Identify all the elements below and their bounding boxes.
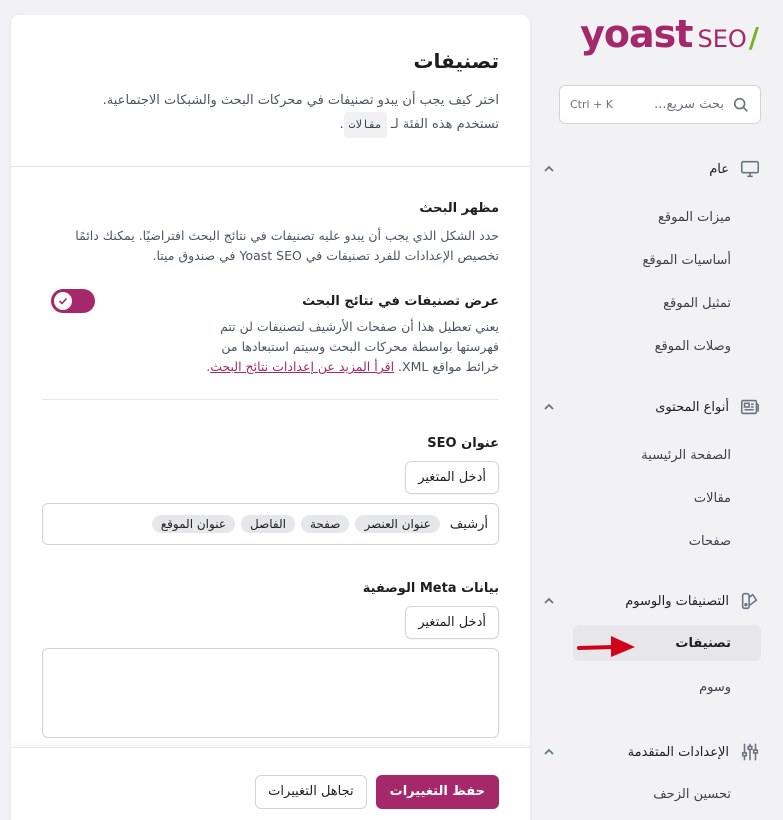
nav-group-header-general[interactable]: عام	[536, 156, 761, 182]
show-in-search-toggle[interactable]	[51, 289, 95, 313]
search-appearance-section: مظهر البحث حدد الشكل الذي يجب أن يبدو عل…	[11, 201, 530, 738]
search-appearance-title: مظهر البحث	[419, 201, 499, 216]
chevron-up-icon[interactable]	[542, 594, 556, 608]
card-header: تصنيفات اختر كيف يجب أن يبدو تصنيفات في …	[11, 15, 530, 167]
sidebar-item-crawl-optimization[interactable]: تحسين الزحف	[536, 776, 761, 812]
nav-group-header-content-types[interactable]: أنواع المحتوى	[536, 394, 761, 420]
newspaper-icon	[740, 399, 760, 415]
nav-group-label: أنواع المحتوى	[655, 399, 729, 415]
page-description: اختر كيف يجب أن يبدو تصنيفات في محركات ا…	[42, 90, 499, 138]
adjustments-icon	[741, 743, 759, 761]
chevron-up-icon[interactable]	[542, 400, 556, 414]
chevron-up-icon[interactable]	[542, 745, 556, 759]
search-appearance-description: حدد الشكل الذي يجب أن يبدو عليه تصنيفات …	[75, 228, 499, 263]
variable-token[interactable]: الفاصل	[241, 515, 295, 533]
sidebar-item-site-features[interactable]: ميزات الموقع	[536, 199, 761, 235]
discard-changes-button[interactable]: تجاهل التغييرات	[255, 774, 367, 809]
card-footer: حفظ التغييرات تجاهل التغييرات	[11, 747, 530, 820]
sidebar-item-site-connections[interactable]: وصلات الموقع	[536, 328, 761, 364]
nav-group-label: التصنيفات والوسوم	[625, 593, 729, 609]
nav-group-header-advanced[interactable]: الإعدادات المتقدمة	[536, 739, 761, 765]
settings-card: تصنيفات اختر كيف يجب أن يبدو تصنيفات في …	[11, 15, 530, 820]
nav-group-advanced: الإعدادات المتقدمة تحسين الزحف	[536, 739, 761, 812]
insert-variable-button[interactable]: أدخل المتغير	[405, 461, 499, 494]
search-placeholder: بحث سريع...	[654, 97, 724, 112]
nav-group-content-types: أنواع المحتوى الصفحة الرئيسية مقالات صفح…	[536, 394, 761, 559]
insert-variable-button[interactable]: أدخل المتغير	[405, 606, 499, 639]
save-changes-button[interactable]: حفظ التغييرات	[375, 774, 499, 809]
seo-title-label: عنوان SEO	[427, 436, 499, 451]
logo-seo-text: SEO	[697, 25, 747, 53]
variable-token[interactable]: عنوان الموقع	[151, 515, 235, 533]
sidebar-item-site-basics[interactable]: أساسيات الموقع	[536, 242, 761, 278]
desktop-icon	[740, 160, 760, 178]
nav-group-categories-tags: التصنيفات والوسوم تصنيفات وسوم	[536, 588, 761, 705]
search-shortcut: Ctrl + K	[570, 98, 613, 111]
section-divider	[42, 399, 499, 400]
sidebar-item-tags[interactable]: وسوم	[536, 669, 761, 705]
logo-text: yoast	[580, 12, 693, 56]
variable-token[interactable]: صفحة	[301, 515, 350, 533]
show-in-search-label: عرض تصنيفات في نتائج البحث	[302, 293, 499, 309]
variable-token[interactable]: عنوان العنصر	[355, 515, 440, 533]
search-icon	[733, 97, 748, 112]
sidebar-item-homepage[interactable]: الصفحة الرئيسية	[536, 437, 761, 473]
color-swatch-icon	[741, 592, 758, 610]
annotation-arrow	[577, 636, 635, 657]
nav-group-general: عام ميزات الموقع أساسيات الموقع تمثيل ال…	[536, 156, 761, 364]
show-in-search-row: عرض تصنيفات في نتائج البحث	[42, 289, 499, 313]
check-icon	[58, 297, 68, 305]
seo-title-plain-text: أرشيف	[449, 516, 488, 532]
show-in-search-description: يعني تعطيل هذا أن صفحات الأرشيف لتصنيفات…	[199, 317, 499, 377]
nav-group-label: عام	[709, 161, 729, 177]
sidebar-item-pages[interactable]: صفحات	[536, 523, 761, 559]
page-description-prefix: تستخدم هذه الفئة لـ	[390, 117, 499, 132]
post-type-code: مقالات	[343, 112, 387, 138]
toggle-knob	[54, 292, 72, 310]
sidebar-item-posts[interactable]: مقالات	[536, 480, 761, 516]
meta-description-editor[interactable]	[42, 648, 499, 738]
nav-group-header-categories-tags[interactable]: التصنيفات والوسوم	[536, 588, 761, 614]
logo-slash: /	[748, 21, 759, 54]
yoast-seo-logo[interactable]: yoast SEO /	[580, 12, 759, 56]
sidebar: yoast SEO / بحث سريع... Ctrl + K عام ميز…	[536, 0, 783, 820]
chevron-up-icon[interactable]	[542, 162, 556, 176]
page-description-line1: اختر كيف يجب أن يبدو تصنيفات في محركات ا…	[102, 93, 499, 108]
nav-group-label: الإعدادات المتقدمة	[627, 744, 729, 760]
search-results-settings-link[interactable]: اقرأ المزيد عن إعدادات نتائج البحث	[210, 359, 394, 374]
quick-search-input[interactable]: بحث سريع... Ctrl + K	[559, 85, 761, 124]
sidebar-item-site-representation[interactable]: تمثيل الموقع	[536, 285, 761, 321]
page-title: تصنيفات	[413, 49, 499, 73]
seo-title-editor[interactable]: أرشيف عنوان العنصر صفحة الفاصل عنوان الم…	[42, 503, 499, 545]
meta-description-label: بيانات Meta الوصفية	[362, 581, 499, 596]
